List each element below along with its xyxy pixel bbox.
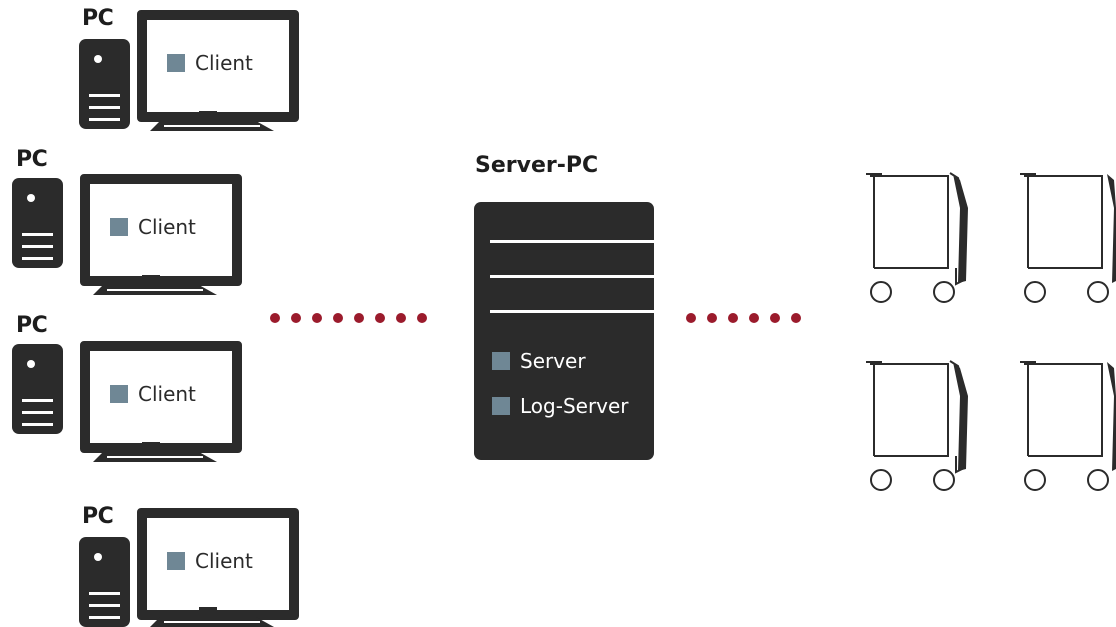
monitor-icon: Client: [137, 508, 299, 620]
connector-dot: [749, 313, 759, 323]
server-title: Server-PC: [475, 153, 599, 178]
connector-dot: [728, 313, 738, 323]
client-label: Client: [195, 51, 253, 75]
connector-dot: [396, 313, 406, 323]
service-label: Server: [520, 349, 586, 373]
connector-dot: [686, 313, 696, 323]
connector-dot: [270, 313, 280, 323]
connector-dot: [770, 313, 780, 323]
monitor-icon: Client: [137, 10, 299, 122]
service-square-icon: [492, 397, 510, 415]
monitor-stand-icon: [150, 111, 274, 131]
pc-label: PC: [82, 6, 114, 31]
pc-label: PC: [16, 147, 48, 172]
client-square-icon: [110, 218, 128, 236]
connector-dot: [354, 313, 364, 323]
service-label: Log-Server: [520, 394, 629, 418]
service-item: Server: [492, 349, 586, 373]
connector-dot: [707, 313, 717, 323]
pc-tower-icon: [79, 537, 130, 627]
service-item: Log-Server: [492, 394, 629, 418]
pc-label: PC: [16, 313, 48, 338]
connector-dot: [333, 313, 343, 323]
connector-dot: [417, 313, 427, 323]
connector-dot: [291, 313, 301, 323]
monitor-icon: Client: [80, 174, 242, 286]
monitor-stand-icon: [93, 442, 217, 462]
cart-device-icon: [866, 172, 968, 303]
service-square-icon: [492, 352, 510, 370]
cart-device-icon: [1020, 173, 1116, 303]
client-label: Client: [195, 549, 253, 573]
connector-dot: [375, 313, 385, 323]
client-label: Client: [138, 382, 196, 406]
cart-device-icon: [1020, 361, 1116, 491]
cart-device-icon: [866, 360, 968, 491]
pc-label: PC: [82, 504, 114, 529]
pc-tower-icon: [12, 344, 63, 434]
client-square-icon: [167, 552, 185, 570]
connector-dot: [791, 313, 801, 323]
client-label: Client: [138, 215, 196, 239]
client-square-icon: [110, 385, 128, 403]
client-square-icon: [167, 54, 185, 72]
monitor-stand-icon: [93, 275, 217, 295]
monitor-icon: Client: [80, 341, 242, 453]
connector-dot: [312, 313, 322, 323]
pc-tower-icon: [12, 178, 63, 268]
pc-tower-icon: [79, 39, 130, 129]
monitor-stand-icon: [150, 607, 274, 627]
server-tower-icon: Server Log-Server: [474, 202, 654, 460]
